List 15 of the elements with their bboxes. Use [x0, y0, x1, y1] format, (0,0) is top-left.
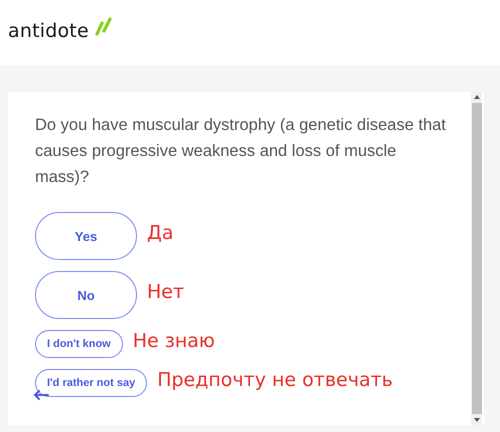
annotation-text: Да: [147, 222, 174, 244]
answer-button[interactable]: I don't know: [35, 330, 123, 358]
scroll-up-icon[interactable]: [474, 95, 480, 99]
scroll-down-icon[interactable]: [474, 418, 480, 422]
scrollbar[interactable]: [471, 92, 482, 425]
answer-button[interactable]: No: [35, 271, 137, 319]
answer-button[interactable]: Yes: [35, 212, 137, 260]
question-text: Do you have muscular dystrophy (a genetic disease that causes progressive weakness and loss of muscle mass)?: [35, 115, 447, 188]
left-arrow-icon: [33, 390, 49, 400]
annotation-text: Нет: [147, 281, 184, 303]
annotation-text: Предпочту не отвечать: [157, 369, 393, 391]
answer-button[interactable]: I'd rather not say: [35, 369, 148, 397]
annotation-text: Не знаю: [132, 330, 215, 352]
logo-wordmark: antidote: [8, 20, 89, 42]
scrollbar-thumb[interactable]: [472, 103, 482, 414]
